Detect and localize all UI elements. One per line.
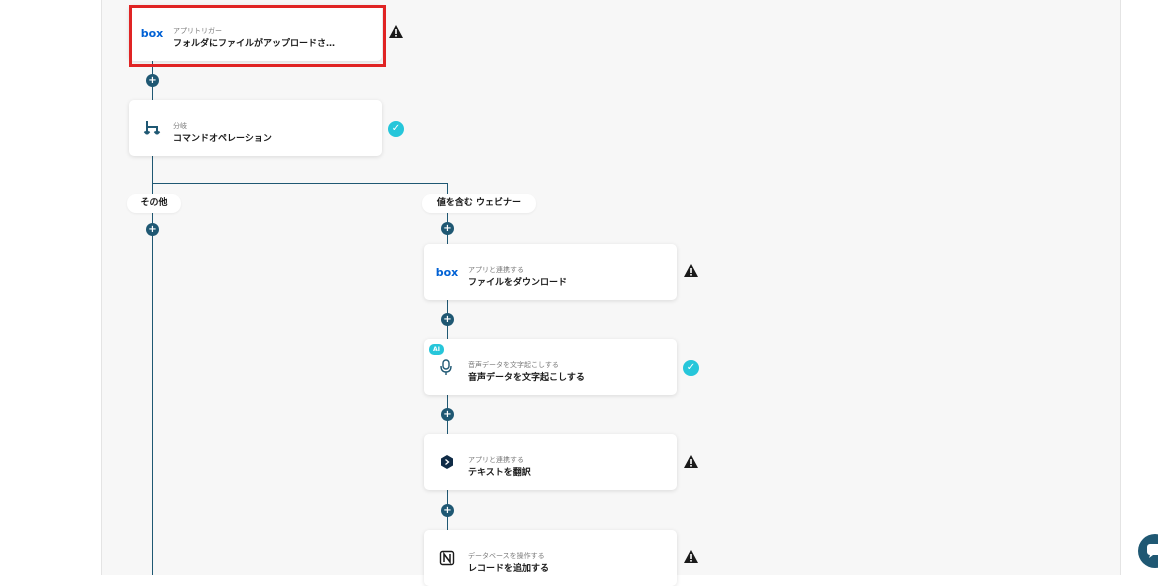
step-card-translate[interactable]: アプリと連携する テキストを翻訳 [424, 434, 677, 490]
chat-widget-button[interactable] [1138, 534, 1158, 568]
add-step-button[interactable]: + [146, 74, 159, 87]
step-title: コマンドオペレーション [173, 134, 272, 144]
branch-icon [140, 116, 164, 140]
step-type-label: アプリと連携する [468, 456, 524, 464]
step-title: レコードを追加する [468, 564, 550, 574]
add-step-button[interactable]: + [441, 408, 454, 421]
step-type-label: 分岐 [173, 122, 187, 130]
notion-icon [435, 546, 459, 570]
branch-label-match[interactable]: 値を含む ウェビナー [422, 194, 536, 213]
check-icon: ✓ [388, 121, 404, 137]
step-type-label: アプリトリガー [173, 27, 222, 35]
branch-label-other[interactable]: その他 [127, 194, 181, 213]
branch-connector [152, 183, 448, 214]
add-step-button[interactable]: + [441, 504, 454, 517]
box-logo-icon: box [140, 26, 164, 40]
warning-icon [684, 264, 698, 277]
step-type-label: 音声データを文字起こしする [468, 361, 559, 369]
warning-icon [684, 550, 698, 563]
step-card-branch[interactable]: 分岐 コマンドオペレーション [129, 100, 382, 156]
step-title: フォルダにファイルがアップロードさ… [173, 39, 336, 49]
add-step-button[interactable]: + [441, 222, 454, 235]
deepl-icon [435, 450, 459, 474]
ai-badge: AI [429, 344, 444, 355]
step-title: ファイルをダウンロード [468, 278, 568, 288]
step-card-download[interactable]: box アプリと連携する ファイルをダウンロード [424, 244, 677, 300]
step-type-label: アプリと連携する [468, 266, 524, 274]
chat-icon [1147, 544, 1158, 558]
check-icon: ✓ [683, 360, 699, 376]
step-card-trigger[interactable]: box アプリトリガー フォルダにファイルがアップロードさ… [129, 5, 382, 61]
box-logo-icon: box [435, 265, 459, 279]
step-card-record[interactable]: データベースを操作する レコードを追加する [424, 530, 677, 586]
step-type-label: データベースを操作する [468, 552, 545, 560]
step-card-transcribe[interactable]: 音声データを文字起こしする 音声データを文字起こしする [424, 339, 677, 395]
connector-line [152, 156, 153, 575]
warning-icon [389, 25, 403, 38]
step-title: テキストを翻訳 [468, 468, 531, 478]
add-step-button[interactable]: + [146, 223, 159, 236]
warning-icon [684, 455, 698, 468]
microphone-icon [435, 355, 459, 379]
step-title: 音声データを文字起こしする [468, 373, 585, 383]
add-step-button[interactable]: + [441, 313, 454, 326]
